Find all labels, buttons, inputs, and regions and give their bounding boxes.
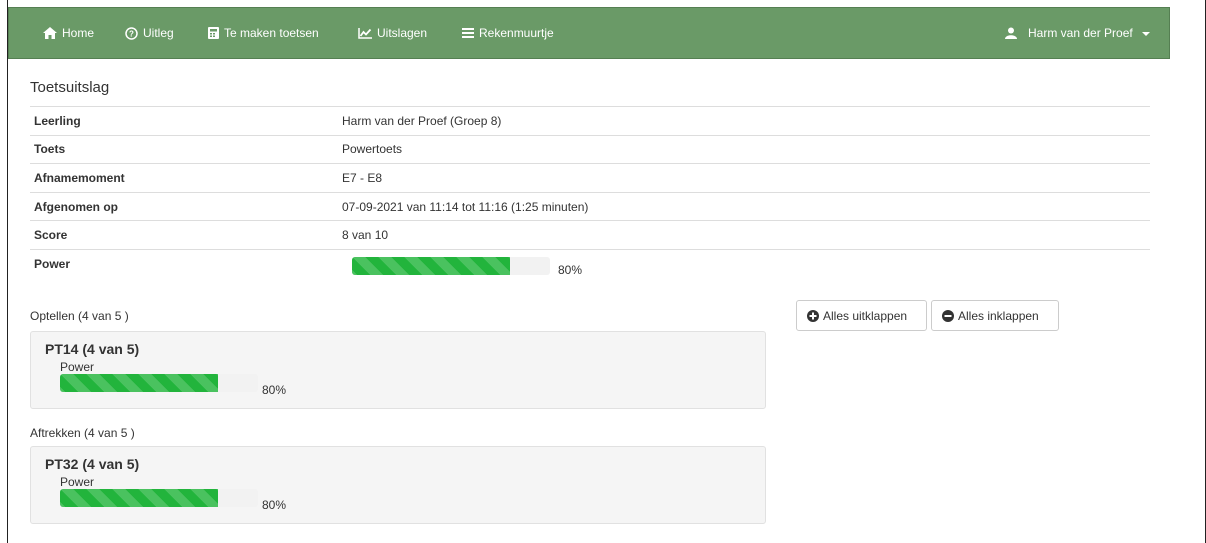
card-title: PT32 (4 van 5) xyxy=(45,456,140,472)
question-circle-icon: ? xyxy=(125,26,138,40)
row-key: Score xyxy=(34,228,68,243)
result-info-table: Leerling Harm van der Proef (Groep 8) To… xyxy=(30,106,1150,278)
card-title: PT14 (4 van 5) xyxy=(45,341,140,357)
power-percent: 80% xyxy=(558,263,583,278)
card-sub-label: Power xyxy=(60,475,95,489)
row-key: Afgenomen op xyxy=(34,199,118,214)
card-progress-fill xyxy=(60,374,219,392)
table-row: Afgenomen op 07-09-2021 van 11:14 tot 11… xyxy=(30,192,1150,221)
user-icon xyxy=(1005,27,1017,39)
nav-rekenmuurtje[interactable]: Rekenmuurtje xyxy=(462,8,554,58)
table-row: Leerling Harm van der Proef (Groep 8) xyxy=(30,106,1150,136)
collapse-all-button[interactable]: Alles inklappen xyxy=(931,300,1059,331)
power-progress-fill xyxy=(352,257,511,276)
calculator-icon xyxy=(208,27,219,39)
card-progress-fill xyxy=(60,489,219,507)
expand-all-button[interactable]: Alles uitklappen xyxy=(796,300,927,331)
svg-text:?: ? xyxy=(129,29,134,38)
row-key: Leerling xyxy=(34,113,81,128)
nav-home-label: Home xyxy=(62,26,95,40)
result-card-pt32[interactable]: PT32 (4 van 5) Power 80% xyxy=(30,446,766,524)
result-card-pt14[interactable]: PT14 (4 van 5) Power 80% xyxy=(30,331,766,409)
row-key: Toets xyxy=(34,142,66,157)
collapse-all-label: Alles inklappen xyxy=(958,308,1039,323)
table-row: Toets Powertoets xyxy=(30,135,1150,164)
row-key: Afnamemoment xyxy=(34,170,125,185)
nav-uitleg-label: Uitleg xyxy=(143,26,174,40)
power-progress-bar xyxy=(352,257,550,276)
minus-circle-icon xyxy=(942,309,954,322)
caret-down-icon xyxy=(1141,32,1150,36)
table-row: Afnamemoment E7 - E8 xyxy=(30,163,1150,193)
nav-uitslagen-label: Uitslagen xyxy=(377,26,428,40)
row-value: 8 van 10 xyxy=(342,228,389,243)
card-progress-bar xyxy=(60,489,258,507)
card-percent: 80% xyxy=(262,498,287,512)
group-label-aftrekken: Aftrekken (4 van 5 ) xyxy=(30,426,135,440)
expand-all-label: Alles uitklappen xyxy=(823,308,908,323)
card-progress-bar xyxy=(60,374,258,392)
nav-uitleg[interactable]: ? Uitleg xyxy=(125,8,174,58)
card-sub-label: Power xyxy=(60,360,95,374)
bars-icon xyxy=(462,28,474,38)
user-name: Harm van der Proef xyxy=(1028,26,1133,40)
line-chart-icon xyxy=(358,27,372,39)
row-key: Power xyxy=(34,257,71,272)
nav-rekenmuurtje-label: Rekenmuurtje xyxy=(479,26,554,40)
page-title: Toetsuitslag xyxy=(30,79,110,96)
card-percent: 80% xyxy=(262,383,287,397)
row-value: Harm van der Proef (Groep 8) xyxy=(342,113,502,128)
nav-home[interactable]: Home xyxy=(43,8,94,58)
row-value: Powertoets xyxy=(342,142,403,157)
nav-te-maken-label: Te maken toetsen xyxy=(224,26,319,40)
home-icon xyxy=(43,27,57,39)
row-value: 07-09-2021 van 11:14 tot 11:16 (1:25 min… xyxy=(342,199,589,214)
nav-uitslagen[interactable]: Uitslagen xyxy=(358,8,427,58)
row-value: E7 - E8 xyxy=(342,170,383,185)
nav-te-maken-toetsen[interactable]: Te maken toetsen xyxy=(208,8,319,58)
top-navbar: Home ? Uitleg Te maken toetsen Uitslagen… xyxy=(8,7,1170,59)
table-row: Score 8 van 10 xyxy=(30,220,1150,250)
plus-circle-icon xyxy=(807,309,819,322)
group-label-optellen: Optellen (4 van 5 ) xyxy=(30,309,129,323)
table-row-power: Power 80% xyxy=(30,249,1150,278)
user-menu[interactable]: Harm van der Proef xyxy=(1005,8,1150,58)
